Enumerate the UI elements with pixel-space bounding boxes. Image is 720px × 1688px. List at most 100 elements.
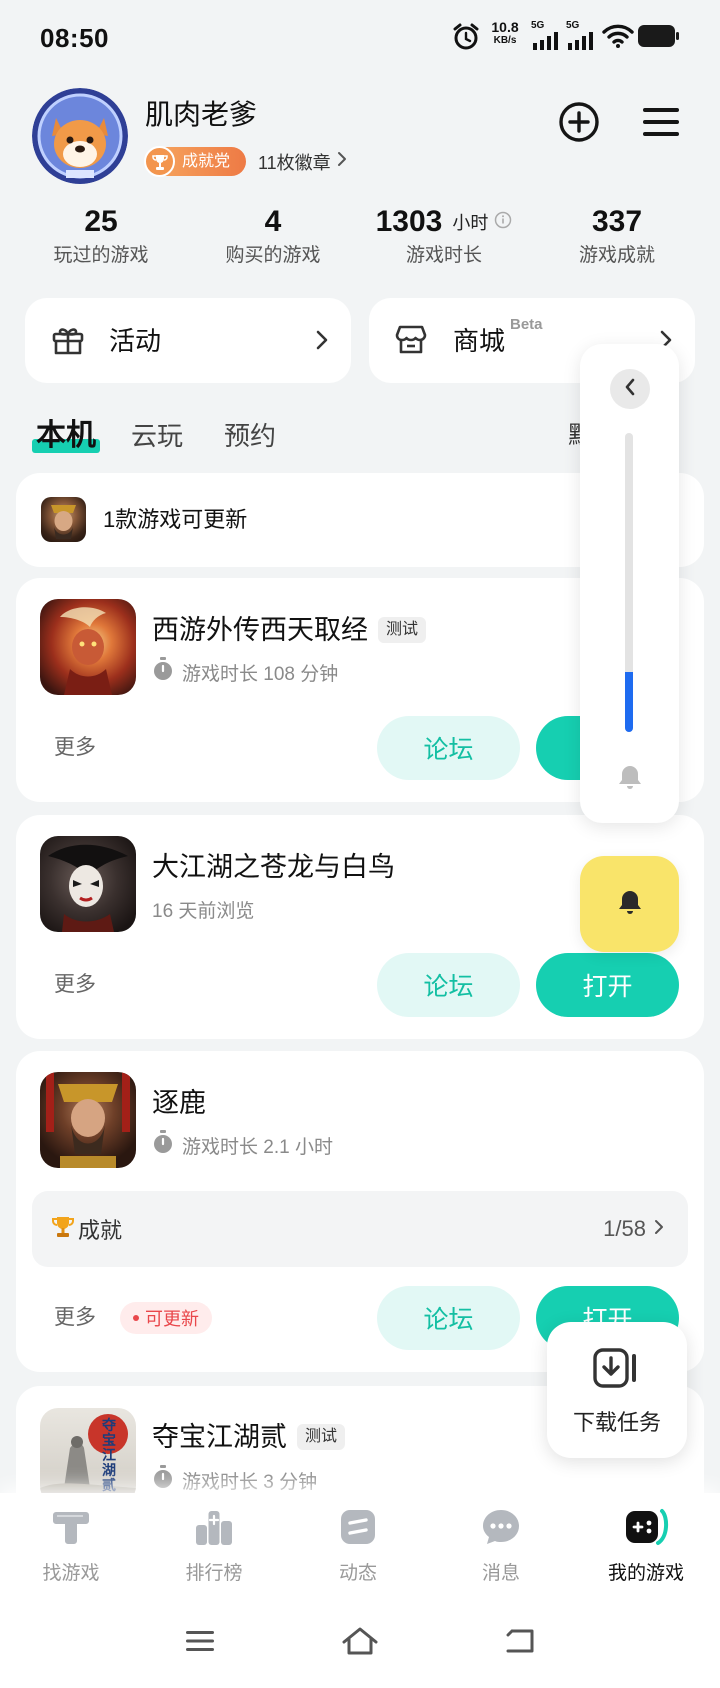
stat-unit: 小时 — [452, 213, 489, 233]
store-beta-tag: Beta — [510, 316, 543, 333]
achievement-progress-group: 1/58 — [603, 1191, 664, 1267]
tab-reservations[interactable]: 预约 — [224, 416, 276, 456]
gift-icon — [51, 323, 85, 362]
floating-volume-panel — [580, 344, 679, 823]
game-icon[interactable] — [40, 1072, 136, 1168]
find-games-icon — [51, 1507, 91, 1552]
nav-label: 我的游戏 — [607, 1563, 684, 1584]
nav-rankings[interactable]: 排行榜 — [154, 1493, 274, 1613]
net-speed: 10.8 KB/s — [488, 20, 522, 48]
plus-circle-icon — [558, 101, 600, 148]
game-title-row: 大江湖之苍龙与白鸟 — [152, 847, 395, 887]
collapse-panel-button[interactable] — [610, 369, 650, 409]
stopwatch-icon — [152, 657, 174, 687]
game-logo-text: 夺宝江湖贰 — [102, 1417, 116, 1493]
achievement-progress: 1/58 — [603, 1216, 646, 1241]
achievement-row[interactable]: 成就 1/58 — [32, 1191, 688, 1267]
download-video-icon — [592, 1346, 642, 1395]
nav-label: 找游戏 — [42, 1563, 100, 1584]
alarm-icon — [452, 22, 480, 57]
game-playtime: 游戏时长 108 分钟 — [182, 663, 339, 685]
status-dot — [133, 1315, 139, 1321]
test-tag: 测试 — [378, 617, 427, 643]
recents-menu-icon — [185, 1629, 215, 1658]
podium-icon — [194, 1507, 234, 1552]
add-button[interactable] — [558, 101, 600, 148]
game-icon[interactable] — [40, 599, 136, 695]
open-button[interactable]: 打开 — [536, 953, 679, 1017]
system-recents-button[interactable] — [180, 1623, 220, 1663]
nav-label: 排行榜 — [185, 1563, 243, 1584]
badge-trophy-icon — [144, 146, 175, 177]
signal-icon-sim1: 5G — [531, 20, 561, 50]
system-home-button[interactable] — [340, 1623, 380, 1663]
activity-card[interactable]: 活动 — [25, 298, 351, 383]
more-button[interactable]: 更多 — [54, 1303, 96, 1333]
stat-value: 25 — [84, 205, 118, 238]
stat-purchased-label: 购买的游戏 — [225, 245, 321, 266]
info-icon[interactable] — [494, 211, 512, 234]
chat-bubble-icon — [481, 1507, 521, 1552]
game-meta: 游戏时长 3 分钟 — [152, 1465, 317, 1494]
badges-link[interactable]: 11枚徽章 — [258, 147, 347, 176]
system-back-button[interactable] — [500, 1623, 540, 1663]
gamepad-icon — [622, 1507, 670, 1552]
game-icon[interactable]: 夺宝江湖贰 — [40, 1408, 136, 1504]
volume-slider[interactable] — [625, 433, 633, 732]
nav-my-games[interactable]: 我的游戏 — [586, 1493, 706, 1613]
profile-name: 肌肉老爹 — [145, 99, 258, 130]
store-label: 商城 — [453, 326, 506, 356]
avatar[interactable] — [32, 88, 128, 184]
game-title[interactable]: 西游外传西天取经 — [152, 610, 368, 650]
sim2-network-label: 5G — [566, 20, 580, 31]
achievement-label-group: 成就 — [50, 1191, 122, 1267]
update-status-badge: 可更新 — [120, 1302, 212, 1334]
chevron-right-icon — [654, 1219, 664, 1240]
bottom-nav: 找游戏 排行榜 动态 消息 我的游戏 — [0, 1493, 720, 1688]
stat-played-value[interactable]: 25 — [16, 203, 186, 241]
store-icon — [394, 323, 428, 362]
badges-count: 11枚徽章 — [258, 152, 331, 173]
tab-cloud-play[interactable]: 云玩 — [131, 416, 183, 456]
stat-played-label: 玩过的游戏 — [53, 245, 149, 266]
update-banner-text: 1款游戏可更新 — [103, 507, 248, 532]
tab-local[interactable]: 本机 — [36, 416, 96, 456]
stat-purchased-value[interactable]: 4 — [188, 203, 358, 241]
forum-button[interactable]: 论坛 — [377, 953, 520, 1017]
slider-fill — [625, 672, 633, 732]
stat-achievements-value[interactable]: 337 — [532, 203, 702, 241]
screen: 08:50 10.8 KB/s 5G 5G 肌肉老爹 成就党 11枚徽章 25 … — [0, 0, 720, 1688]
net-speed-unit: KB/s — [493, 35, 517, 46]
wifi-icon — [602, 24, 634, 53]
achievement-badge[interactable]: 成就党 — [144, 146, 246, 177]
menu-button[interactable] — [640, 103, 682, 145]
nav-label: 消息 — [481, 1563, 520, 1584]
game-title[interactable]: 大江湖之苍龙与白鸟 — [152, 847, 395, 887]
game-icon[interactable] — [40, 836, 136, 932]
stopwatch-icon — [152, 1130, 174, 1160]
sim1-network-label: 5G — [531, 20, 545, 31]
more-button[interactable]: 更多 — [54, 733, 96, 763]
back-arrow-icon — [504, 1627, 536, 1660]
forum-button[interactable]: 论坛 — [377, 1286, 520, 1350]
activity-label: 活动 — [109, 326, 162, 356]
game-title[interactable]: 逐鹿 — [152, 1083, 206, 1123]
update-game-icon — [41, 497, 86, 542]
nav-messages[interactable]: 消息 — [441, 1493, 561, 1613]
game-playtime: 游戏时长 2.1 小时 — [182, 1136, 333, 1158]
forum-button[interactable]: 论坛 — [377, 716, 520, 780]
download-task-button[interactable]: 下载任务 — [547, 1322, 687, 1458]
stat-achievements-label: 游戏成就 — [578, 245, 655, 266]
nav-feed[interactable]: 动态 — [298, 1493, 418, 1613]
more-button[interactable]: 更多 — [54, 970, 96, 1000]
notification-toggle-button[interactable] — [580, 856, 679, 952]
achievement-label: 成就 — [78, 1218, 123, 1243]
stat-value: 4 — [264, 205, 282, 238]
nav-label: 动态 — [338, 1563, 377, 1584]
game-title[interactable]: 夺宝江湖贰 — [152, 1417, 287, 1457]
chevron-right-icon — [337, 151, 347, 172]
bell-icon — [615, 887, 645, 922]
stat-playtime-value[interactable]: 1303 小时 — [359, 203, 529, 241]
nav-find-games[interactable]: 找游戏 — [11, 1493, 131, 1613]
stat-value: 1303 — [375, 205, 443, 238]
